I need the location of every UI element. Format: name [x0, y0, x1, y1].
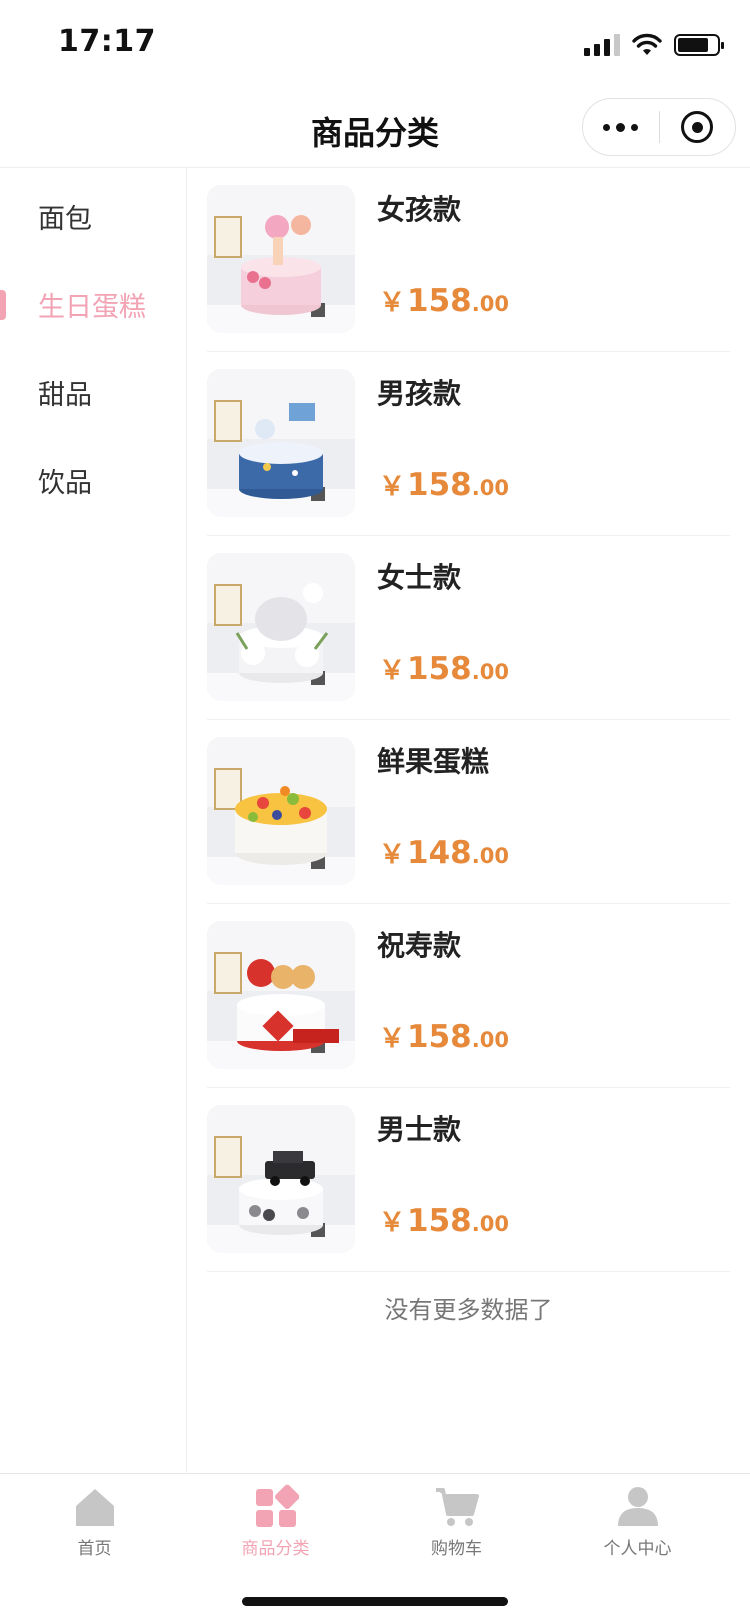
- status-time: 17:17: [58, 24, 156, 59]
- tab-2[interactable]: 购物车: [363, 1474, 550, 1574]
- product-price: ￥158.00: [379, 1202, 509, 1239]
- status-bar: 17:17: [0, 0, 750, 88]
- product-item[interactable]: 男孩款 ￥158.00: [207, 352, 730, 536]
- cart-icon: [434, 1484, 480, 1530]
- product-item[interactable]: 女孩款 ￥158.00: [207, 168, 730, 352]
- home-icon: [72, 1484, 118, 1530]
- price-integer: 158: [407, 283, 472, 319]
- currency-symbol: ￥: [379, 840, 406, 870]
- product-item[interactable]: 男士款 ￥158.00: [207, 1088, 730, 1272]
- product-image[interactable]: [207, 737, 355, 885]
- product-name[interactable]: 祝寿款: [377, 924, 461, 964]
- battery-icon: [674, 34, 724, 56]
- product-name[interactable]: 女孩款: [377, 188, 461, 228]
- cake-photo: [207, 553, 355, 701]
- product-name[interactable]: 男孩款: [377, 372, 461, 412]
- price-decimal: .00: [471, 1028, 509, 1052]
- product-image[interactable]: [207, 185, 355, 333]
- product-name[interactable]: 男士款: [377, 1108, 461, 1148]
- target-icon: [681, 111, 714, 143]
- product-name[interactable]: 女士款: [377, 556, 461, 596]
- currency-symbol: ￥: [379, 1024, 406, 1054]
- price-decimal: .00: [471, 1212, 509, 1236]
- price-integer: 158: [407, 651, 472, 687]
- cake-photo: [207, 737, 355, 885]
- product-image[interactable]: [207, 1105, 355, 1253]
- cake-photo: [207, 921, 355, 1069]
- product-price: ￥158.00: [379, 466, 509, 503]
- product-list: 女孩款 ￥158.00 男孩款 ￥158.00 女士款 ￥158.00 鲜果蛋糕 ￥148.0…: [207, 168, 730, 1272]
- sidebar-item-1[interactable]: 生日蛋糕: [0, 260, 186, 348]
- price-decimal: .00: [471, 476, 509, 500]
- product-image[interactable]: [207, 921, 355, 1069]
- currency-symbol: ￥: [379, 288, 406, 318]
- wifi-icon: [632, 33, 662, 55]
- product-price: ￥158.00: [379, 282, 509, 319]
- sidebar-item-2[interactable]: 甜品: [0, 348, 186, 436]
- category-sidebar: 面包生日蛋糕甜品饮品: [0, 168, 187, 1473]
- price-integer: 158: [407, 467, 472, 503]
- tab-label: 个人中心: [603, 1539, 672, 1559]
- product-price: ￥158.00: [379, 1018, 509, 1055]
- status-icons: [584, 30, 724, 60]
- tab-label: 购物车: [431, 1539, 482, 1559]
- tab-0[interactable]: 首页: [1, 1474, 188, 1574]
- price-integer: 148: [407, 835, 472, 871]
- category-icon: [253, 1484, 299, 1530]
- product-item[interactable]: 女士款 ￥158.00: [207, 536, 730, 720]
- price-integer: 158: [407, 1203, 472, 1239]
- list-end-text: 没有更多数据了: [384, 1296, 553, 1324]
- sidebar-item-label: 面包: [38, 203, 92, 235]
- product-image[interactable]: [207, 369, 355, 517]
- sidebar-item-label: 甜品: [38, 379, 92, 411]
- product-name[interactable]: 鲜果蛋糕: [377, 740, 489, 780]
- price-integer: 158: [407, 1019, 472, 1055]
- product-item[interactable]: 鲜果蛋糕 ￥148.00: [207, 720, 730, 904]
- tab-3[interactable]: 个人中心: [544, 1474, 731, 1574]
- cake-photo: [207, 1105, 355, 1253]
- product-price: ￥158.00: [379, 650, 509, 687]
- navigation-bar: 商品分类: [0, 88, 750, 168]
- close-mini-program-button[interactable]: [660, 99, 736, 155]
- price-decimal: .00: [471, 844, 509, 868]
- product-item[interactable]: 祝寿款 ￥158.00: [207, 904, 730, 1088]
- sidebar-item-label: 生日蛋糕: [38, 291, 146, 323]
- tab-label: 商品分类: [241, 1539, 310, 1559]
- home-indicator: [242, 1597, 508, 1606]
- cake-photo: [207, 369, 355, 517]
- price-decimal: .00: [471, 292, 509, 316]
- cake-photo: [207, 185, 355, 333]
- cellular-signal-icon: [584, 34, 620, 56]
- sidebar-item-0[interactable]: 面包: [0, 172, 186, 260]
- user-icon: [615, 1484, 661, 1530]
- more-options-button[interactable]: [583, 99, 659, 155]
- tab-1[interactable]: 商品分类: [182, 1474, 369, 1574]
- currency-symbol: ￥: [379, 1208, 406, 1238]
- mini-program-capsule: [582, 98, 736, 156]
- sidebar-item-label: 饮品: [38, 467, 92, 499]
- currency-symbol: ￥: [379, 472, 406, 502]
- sidebar-item-3[interactable]: 饮品: [0, 436, 186, 524]
- product-price: ￥148.00: [379, 834, 509, 871]
- price-decimal: .00: [471, 660, 509, 684]
- product-image[interactable]: [207, 553, 355, 701]
- currency-symbol: ￥: [379, 656, 406, 686]
- tab-label: 首页: [77, 1539, 112, 1559]
